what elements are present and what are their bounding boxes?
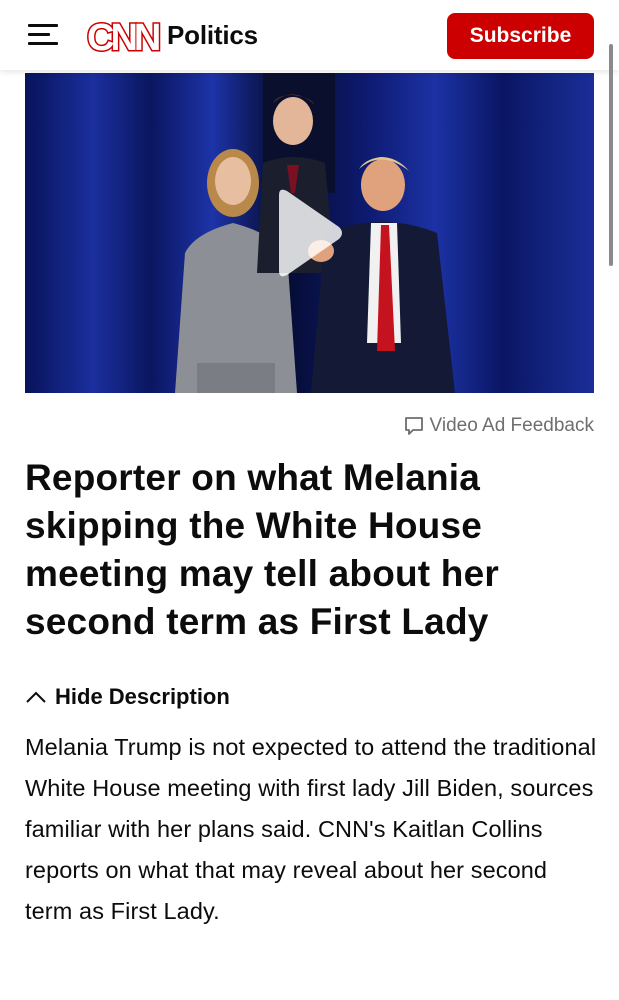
svg-text:CNN: CNN — [87, 18, 159, 54]
speech-bubble-icon — [404, 417, 423, 435]
section-title[interactable]: Politics — [167, 20, 258, 51]
video-player[interactable] — [25, 73, 594, 393]
hide-description-toggle[interactable]: Hide Description — [25, 684, 230, 710]
video-ad-feedback-label: Video Ad Feedback — [429, 415, 594, 436]
hide-description-label: Hide Description — [55, 684, 230, 709]
article-headline: Reporter on what Melania skipping the Wh… — [25, 457, 499, 642]
top-nav-bar: CNN Politics Subscribe — [0, 0, 619, 70]
scrollbar[interactable] — [609, 44, 613, 266]
video-thumbnail — [25, 73, 594, 393]
hamburger-icon[interactable] — [28, 24, 60, 48]
chevron-up-icon — [26, 691, 46, 703]
video-description: Melania Trump is not expected to attend … — [25, 734, 597, 924]
video-ad-feedback-link[interactable]: Video Ad Feedback — [404, 414, 594, 438]
subscribe-button[interactable]: Subscribe — [447, 13, 594, 59]
cnn-logo[interactable]: CNN — [87, 18, 161, 54]
